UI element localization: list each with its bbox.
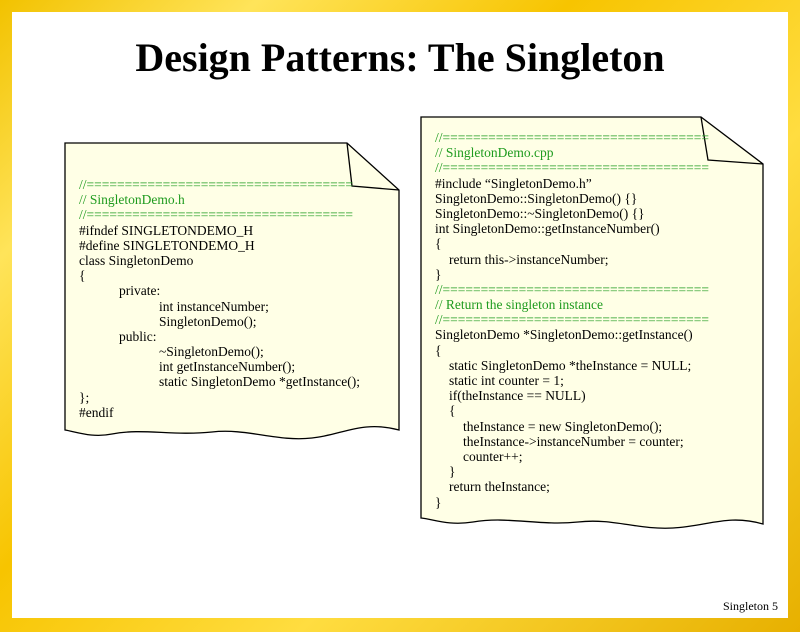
header-code: //===================================// …	[79, 177, 360, 420]
code-line: //===================================	[79, 207, 353, 223]
code-line: #ifndef SINGLETONDEMO_H	[79, 222, 254, 238]
code-line: //===================================	[435, 312, 709, 328]
slide-title: Design Patterns: The Singleton	[135, 35, 665, 80]
slide-border: Design Patterns: The Singleton //=======…	[0, 0, 800, 632]
code-line: return this->instanceNumber;	[449, 251, 609, 267]
code-line: // SingletonDemo.h	[79, 192, 185, 208]
code-line: SingletonDemo::SingletonDemo() {}	[435, 190, 638, 206]
code-line: if(theInstance == NULL)	[449, 388, 586, 404]
code-line: int instanceNumber;	[159, 298, 269, 314]
source-code: //===================================// …	[435, 130, 709, 510]
code-line: #include “SingletonDemo.h”	[435, 175, 592, 191]
header-file-note: //===================================// …	[62, 140, 402, 450]
code-line: };	[79, 389, 90, 405]
code-line: int getInstanceNumber();	[159, 359, 296, 375]
code-line: ~SingletonDemo();	[159, 344, 264, 360]
code-line: class SingletonDemo	[79, 252, 194, 268]
code-line: static SingletonDemo *theInstance = NULL…	[449, 357, 692, 373]
slide: Design Patterns: The Singleton //=======…	[12, 12, 788, 618]
code-line: {	[435, 342, 442, 358]
code-line: counter++;	[463, 448, 523, 464]
code-line: private:	[119, 283, 161, 299]
code-line: //===================================	[79, 177, 353, 192]
code-line: }	[435, 266, 442, 282]
source-file-note: //===================================// …	[418, 114, 768, 534]
code-line: SingletonDemo();	[159, 313, 257, 329]
code-line: public:	[119, 328, 157, 344]
code-line: static int counter = 1;	[449, 373, 564, 388]
code-line: int SingletonDemo::getInstanceNumber()	[435, 221, 660, 237]
code-line: //===================================	[435, 160, 709, 176]
code-line: // Return the singleton instance	[435, 297, 603, 313]
code-line: //===================================	[435, 130, 709, 145]
code-line: SingletonDemo::~SingletonDemo() {}	[435, 205, 645, 221]
code-line: //===================================	[435, 281, 709, 297]
code-line: {	[79, 268, 86, 284]
code-line: {	[435, 236, 442, 252]
code-line: #endif	[79, 404, 114, 420]
code-line: SingletonDemo *SingletonDemo::getInstanc…	[435, 327, 693, 343]
code-line: }	[449, 464, 456, 480]
code-line: static SingletonDemo *getInstance();	[159, 374, 360, 390]
slide-footer: Singleton 5	[722, 599, 778, 613]
code-line: return theInstance;	[449, 479, 550, 495]
code-line: theInstance->instanceNumber = counter;	[463, 433, 684, 449]
code-line: theInstance = new SingletonDemo();	[463, 418, 663, 434]
code-line: // SingletonDemo.cpp	[435, 145, 554, 161]
code-line: }	[435, 494, 442, 510]
code-line: {	[449, 403, 456, 419]
code-line: #define SINGLETONDEMO_H	[79, 237, 255, 253]
